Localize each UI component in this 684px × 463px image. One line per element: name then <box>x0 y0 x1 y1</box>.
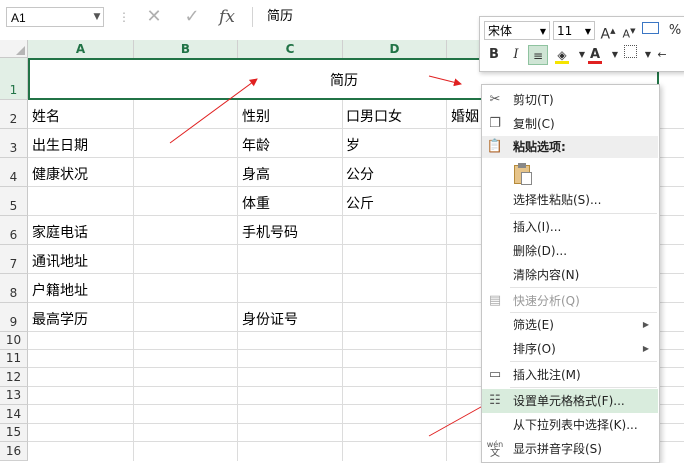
menu-item-label: 筛选(E) <box>513 318 554 332</box>
menu-item-sort[interactable]: 排序(O) ▶ <box>482 337 658 361</box>
paint-bucket-icon: ◈ <box>557 48 567 62</box>
shrink-font-icon: A <box>622 27 631 41</box>
chevron-down-icon: ▼ <box>539 27 546 36</box>
font-size-select[interactable]: 11 ▼ <box>553 21 595 40</box>
percent-icon: % <box>668 23 682 38</box>
arrow-to-title <box>169 78 258 144</box>
menu-item-label: 设置单元格格式(F)... <box>513 394 625 408</box>
menu-item-insert[interactable]: 插入(I)... <box>482 215 658 239</box>
font-size-value: 11 <box>557 24 573 38</box>
menu-item-label: 排序(O) <box>513 342 556 356</box>
paste-button[interactable] <box>512 163 534 187</box>
fill-color-swatch <box>555 61 569 64</box>
paste-icon: 📋 <box>486 139 504 154</box>
menu-separator <box>510 387 657 388</box>
menu-item-label: 复制(C) <box>513 117 555 131</box>
clipboard-clip <box>518 163 526 168</box>
center-align-icon: ≡ <box>532 49 544 63</box>
menu-item-label: 显示拼音字段(S) <box>513 442 602 456</box>
menu-separator <box>510 213 657 214</box>
menu-item-label: 剪切(T) <box>513 93 554 107</box>
menu-item-show-phonetic[interactable]: wén 文 显示拼音字段(S) <box>482 437 658 461</box>
borders-icon <box>623 45 637 58</box>
menu-item-pick-from-dropdown[interactable]: 从下拉列表中选择(K)... <box>482 413 658 437</box>
chevron-down-icon: ▼ <box>584 27 591 36</box>
grow-font-icon: A <box>600 26 611 43</box>
font-color-swatch <box>588 61 602 64</box>
italic-button[interactable]: I <box>506 45 526 65</box>
menu-paste-options-header: 📋 粘贴选项: <box>482 136 658 158</box>
menu-item-copy[interactable]: ❐ 复制(C) <box>482 112 658 136</box>
menu-item-insert-comment[interactable]: ▭ 插入批注(M) <box>482 363 658 387</box>
menu-item-label: 删除(D)... <box>513 244 568 258</box>
menu-item-label: 插入批注(M) <box>513 368 581 382</box>
scissors-icon: ✂ <box>489 92 501 107</box>
accounting-format-icon <box>641 22 659 34</box>
borders-button[interactable] <box>620 45 640 65</box>
accounting-format-button[interactable] <box>640 21 660 41</box>
center-align-button[interactable]: ≡ <box>528 45 548 65</box>
menu-separator <box>510 287 657 288</box>
grow-font-button[interactable]: A▲ <box>598 21 618 43</box>
menu-item-format-cells[interactable]: ☷ 设置单元格格式(F)... <box>482 389 658 413</box>
font-name-value: 宋体 <box>488 24 513 38</box>
menu-item-label: 插入(I)... <box>513 220 562 234</box>
copy-icon: ❐ <box>489 116 501 131</box>
menu-item-filter[interactable]: 筛选(E) ▶ <box>482 313 658 337</box>
menu-item-label: 快速分析(Q) <box>513 294 580 308</box>
format-cells-icon: ☷ <box>489 393 501 408</box>
menu-item-quick-analysis[interactable]: ▤ 快速分析(Q) <box>482 289 658 313</box>
clipboard-page <box>521 172 532 185</box>
submenu-arrow-icon: ▶ <box>642 344 649 353</box>
percent-button[interactable]: % <box>665 21 684 41</box>
quick-analysis-icon: ▤ <box>488 293 502 308</box>
font-color-icon: A <box>589 47 601 62</box>
shrink-font-button[interactable]: A▼ <box>619 21 639 41</box>
comment-icon: ▭ <box>488 367 502 382</box>
mini-toolbar: 宋体 ▼ 11 ▼ A▲ A▼ % B I ≡ ◈ ▼ A ▼ ▼ ← <box>479 16 684 72</box>
menu-item-paste-special[interactable]: 选择性粘贴(S)... <box>482 188 658 212</box>
menu-item-clear-contents[interactable]: 清除内容(N) <box>482 263 658 287</box>
menu-item-label: 从下拉列表中选择(K)... <box>513 418 638 432</box>
menu-separator <box>510 361 657 362</box>
menu-item-label: 选择性粘贴(S)... <box>513 193 602 207</box>
menu-item-label: 粘贴选项: <box>513 140 566 154</box>
font-color-button[interactable]: A <box>585 45 605 65</box>
bold-button[interactable]: B <box>484 45 504 65</box>
decrease-decimal-button[interactable]: ← <box>652 45 672 65</box>
decrease-decimal-icon: ← <box>657 48 667 61</box>
submenu-arrow-icon: ▶ <box>642 320 649 329</box>
menu-item-label: 清除内容(N) <box>513 268 580 282</box>
menu-item-cut[interactable]: ✂ 剪切(T) <box>482 88 658 112</box>
arrow-to-menu <box>428 75 462 87</box>
font-name-select[interactable]: 宋体 ▼ <box>484 21 550 40</box>
menu-item-delete[interactable]: 删除(D)... <box>482 239 658 263</box>
fill-color-button[interactable]: ◈ <box>552 45 572 65</box>
phonetic-icon: wén 文 <box>486 440 504 459</box>
